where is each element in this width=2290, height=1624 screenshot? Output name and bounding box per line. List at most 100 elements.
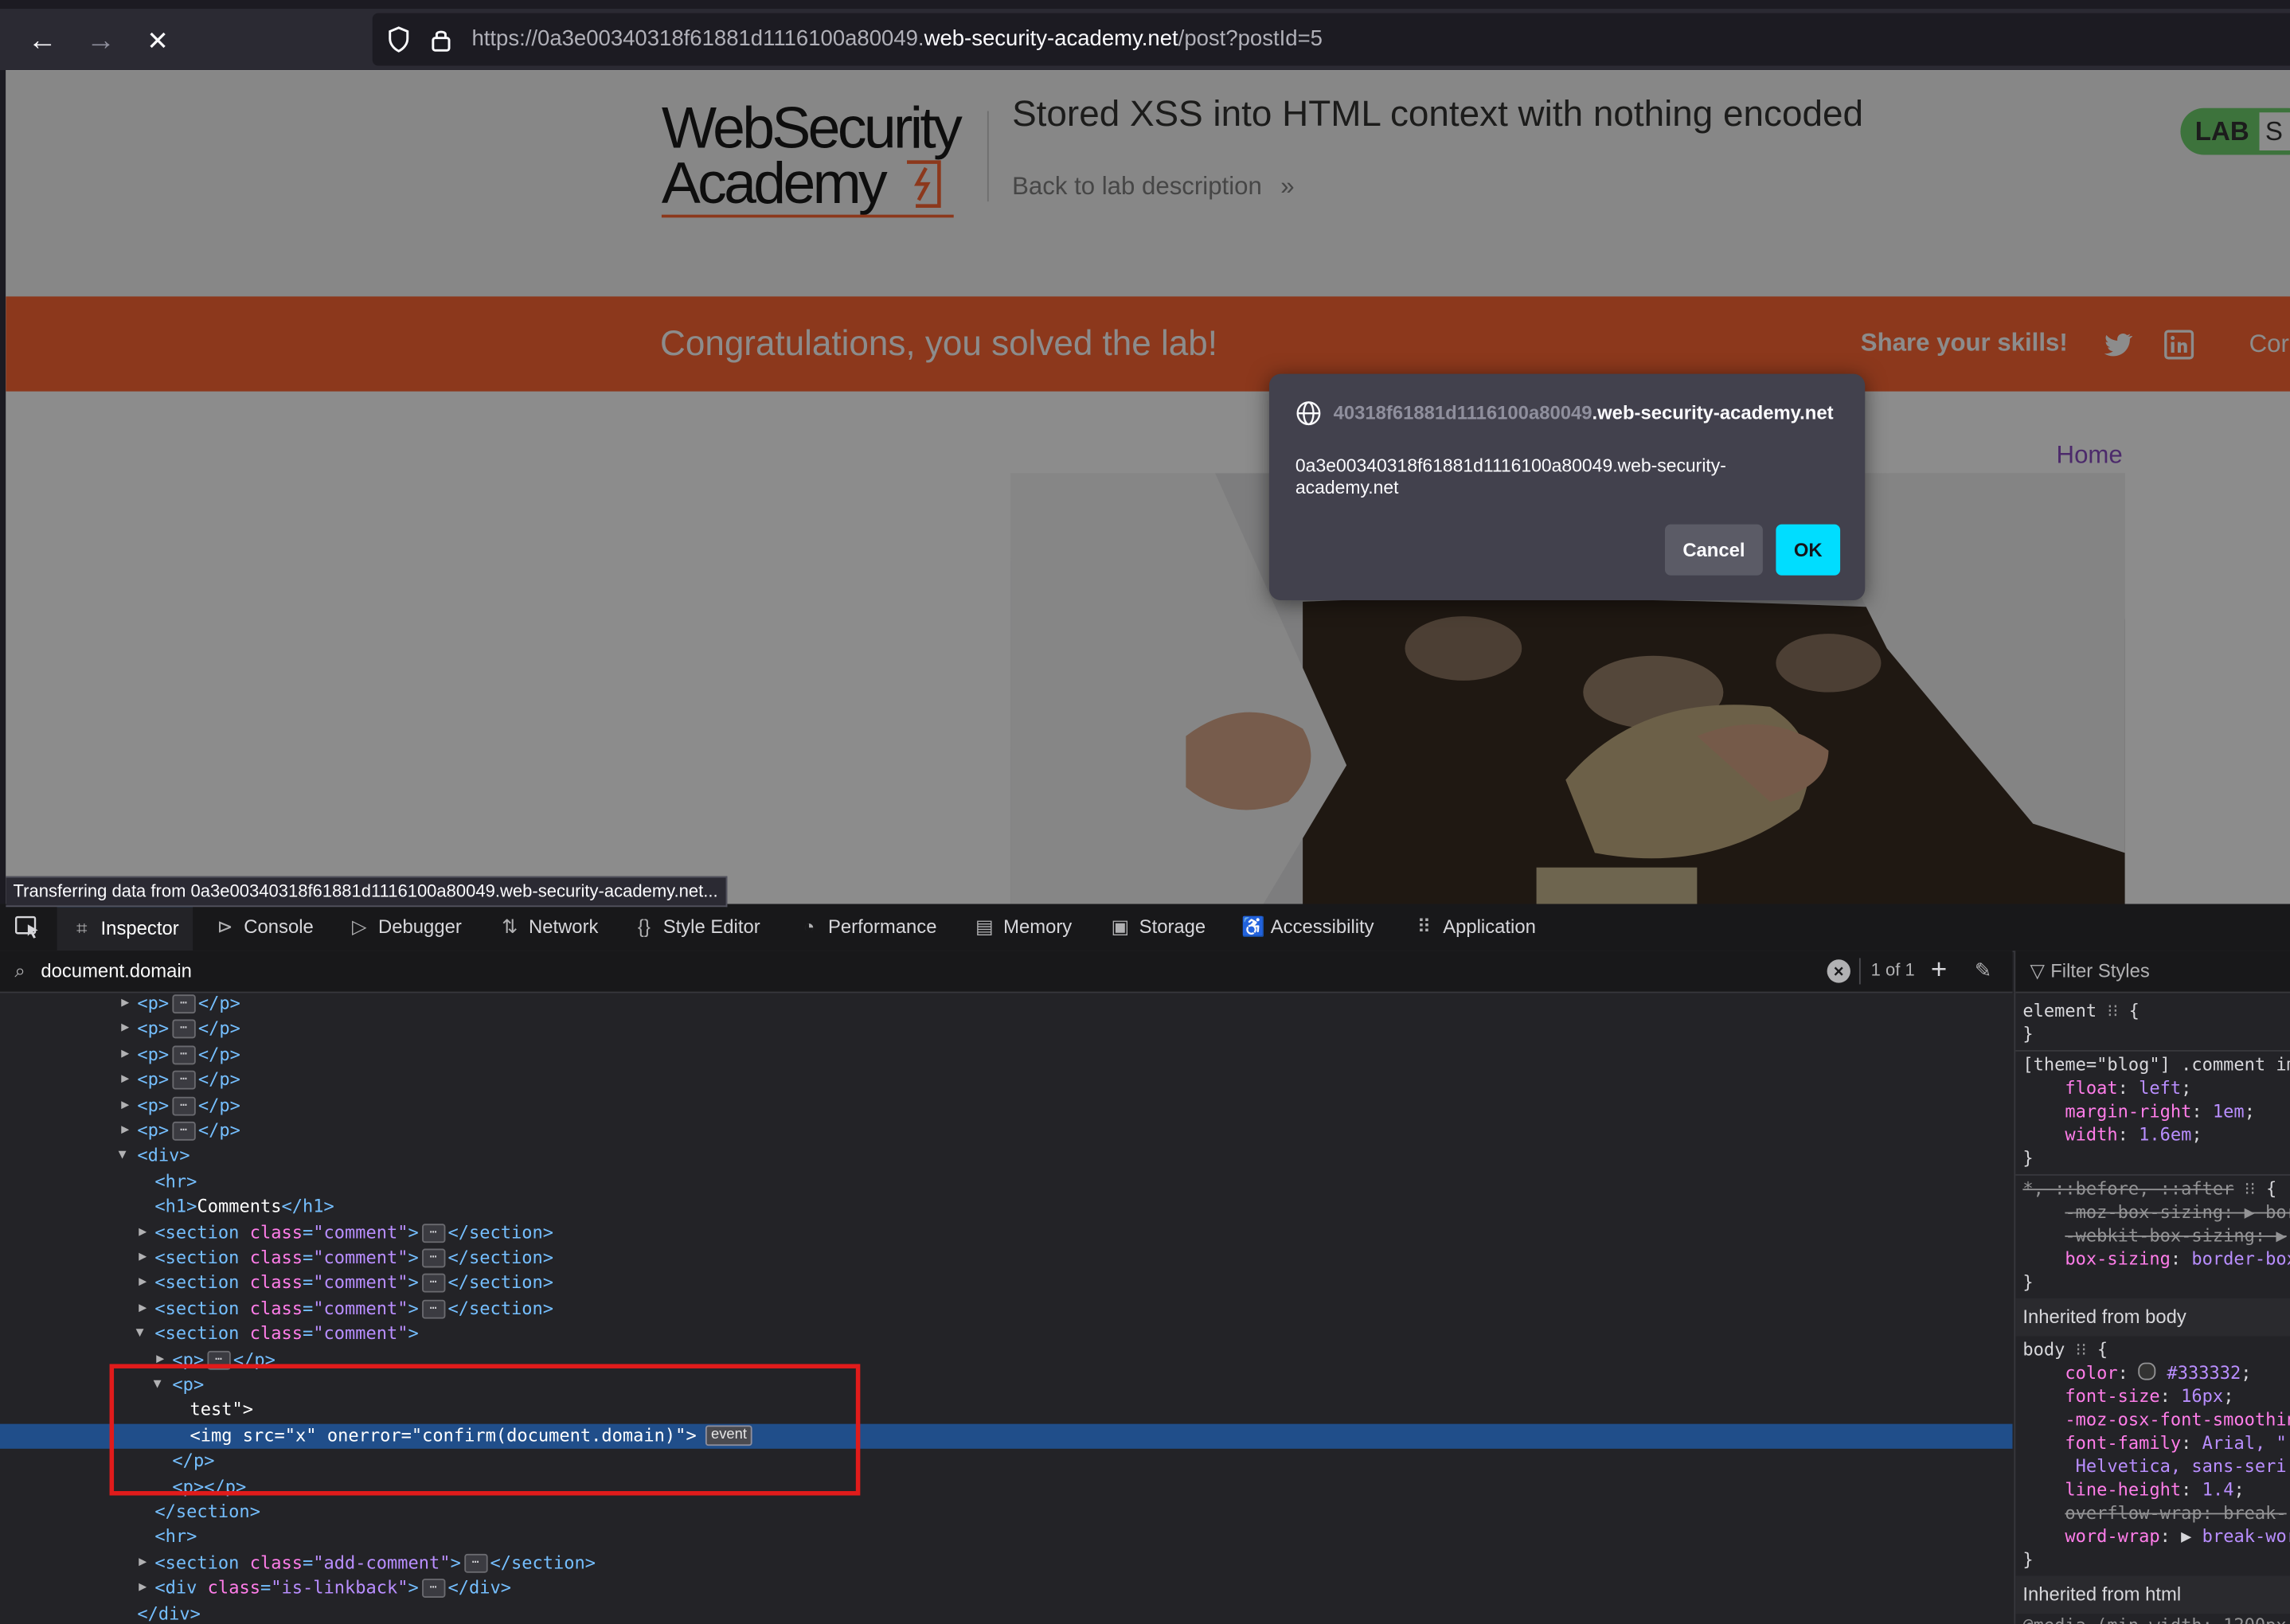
markup-node-div[interactable]: ▼ <div> [0,1144,2013,1169]
rule-universal-selector[interactable]: *, ::before, ::after ⁝⁝ { [2022,1178,2276,1201]
search-result-count: 1 of 1 [1870,959,1915,980]
collapsed-content-icon[interactable]: ⋯ [421,1299,445,1319]
url-bar[interactable]: https://0a3e00340318f61881d1116100a80049… [372,13,2290,66]
collapsed-content-icon[interactable]: ⋯ [171,994,196,1014]
tab-style-editor[interactable]: {} Style Editor [634,904,760,951]
url-prefix: https://0a3e00340318f61881d1116100a80049… [471,26,924,52]
rule-declaration[interactable]: margin-right: 1em; [2022,1101,2255,1124]
rule-declaration[interactable]: float: left; [2022,1078,2191,1101]
add-node-button[interactable]: + [1931,955,1947,987]
confirm-dialog: 40318f61881d1116100a80049.web-security-a… [1268,373,1866,600]
rule-declaration-continued[interactable]: Helvetica, sans-seri [2022,1456,2287,1479]
cancel-button[interactable]: Cancel [1664,524,1763,576]
markup-node-p[interactable]: ▶ <p> ⋯ </p> [0,1118,2013,1144]
forward-button[interactable]: → [79,21,123,61]
performance-icon: ◔ [803,915,815,938]
markup-node-section-comment[interactable]: ▶ <section class="comment"> ⋯ </section> [0,1271,2013,1297]
markup-node-section-comment[interactable]: ▶ <section class="comment"> ⋯ </section> [0,1246,2013,1271]
markup-node-section-comment[interactable]: ▶ <section class="comment"> ⋯ </section> [0,1220,2013,1246]
rule-declaration[interactable]: font-family: Arial, " [2022,1433,2286,1456]
stop-button[interactable]: ✕ [136,21,180,61]
rule-declaration[interactable]: box-sizing: border-box [2022,1248,2290,1271]
collapsed-content-icon[interactable]: ⋯ [421,1579,445,1599]
browser-toolbar: ← → ✕ https://0a3e00340318f61881d1116100… [0,0,2290,71]
rule-media-query[interactable]: @media (min-width: 1200px [2022,1615,2286,1624]
rule-close-brace: } [2022,1023,2034,1044]
tab-accessibility[interactable]: ♿ Accessibility [1241,904,1374,951]
accessibility-icon: ♿ [1241,915,1265,938]
rule-declaration[interactable]: word-wrap: ▶ break-wor [2022,1526,2290,1549]
style-editor-icon: {} [637,915,651,938]
collapsed-content-icon[interactable]: ⋯ [171,1121,196,1141]
url-path: /post?postId=5 [1178,26,1323,52]
tab-debugger[interactable]: ▷ Debugger [349,904,462,951]
inherited-from-html-header: Inherited from html [2015,1575,2290,1614]
rule-declaration-overridden[interactable]: -moz-box-sizing: ▶ bor [2022,1202,2290,1225]
tab-performance[interactable]: ◔ Performance [799,904,937,951]
rule-close-brace: } [2022,1549,2034,1571]
collapsed-content-icon[interactable]: ⋯ [421,1248,445,1268]
collapsed-content-icon[interactable]: ⋯ [463,1553,487,1573]
eyedropper-icon[interactable]: ✎ [1975,958,1992,982]
tab-network[interactable]: ⇅ Network [499,904,598,951]
web-page: WebSecurity Academy Stored XSS into HTML… [6,70,2290,904]
markup-node-section-close[interactable]: </section> [0,1500,2013,1525]
markup-node-div-close[interactable]: </div> [0,1602,2013,1624]
tab-memory[interactable]: ▤ Memory [974,904,1072,951]
status-bar: Transferring data from 0a3e00340318f6188… [6,876,727,908]
rule-element-selector[interactable]: element ⁝⁝ { [2022,1001,2140,1024]
devtools-tab-bar: ⌗ Inspector ⊳ Console ▷ Debugger ⇅ Network {… [0,904,2290,954]
markup-node-p[interactable]: ▶ <p> ⋯ </p> [0,1068,2013,1093]
ok-button[interactable]: OK [1776,524,1841,576]
color-swatch-icon[interactable] [2139,1362,2157,1380]
markup-search-input[interactable]: document.domain [41,959,192,982]
lock-icon[interactable] [427,25,456,54]
markup-node-hr[interactable]: <hr> [0,1169,2013,1195]
rule-close-brace: } [2022,1271,2034,1293]
tab-storage[interactable]: ▣ Storage [1110,904,1206,951]
tab-console[interactable]: ⊳ Console [215,904,313,951]
markup-node-p[interactable]: ▶ <p> ⋯ </p> [0,1093,2013,1118]
debugger-icon: ▷ [352,915,367,938]
collapsed-content-icon[interactable]: ⋯ [171,1071,196,1090]
collapsed-content-icon[interactable]: ⋯ [421,1274,445,1294]
collapsed-content-icon[interactable]: ⋯ [421,1223,445,1243]
collapsed-content-icon[interactable]: ⋯ [171,1020,196,1040]
url-host: web-security-academy.net [924,26,1178,52]
tab-application[interactable]: ⠿ Application [1414,904,1536,951]
markup-node-p[interactable]: ▶ <p> ⋯ </p> [0,1017,2013,1043]
markup-node-section-add-comment[interactable]: ▶ <section class="add-comment"> ⋯ </section… [0,1551,2013,1576]
rule-divider [2015,1173,2290,1176]
markup-tree: ▶ <p> ⋯ </p> ▶ <p> ⋯ </p> ▶ <p> ⋯ </p> ▶ <p> ⋯ </p> … [0,993,2013,1624]
markup-node-hr[interactable]: <hr> [0,1525,2013,1551]
filter-styles-input[interactable]: ▽ Filter Styles [2015,951,2290,994]
rule-declaration[interactable]: color: #333332; [2022,1362,2251,1386]
dialog-origin: 40318f61881d1116100a80049.web-security-a… [1334,401,1834,424]
rule-body-selector[interactable]: body ⁝⁝ { [2022,1339,2108,1362]
collapsed-content-icon[interactable]: ⋯ [171,1045,196,1064]
rule-declaration[interactable]: -moz-osx-font-smoothin [2022,1409,2290,1432]
markup-node-div-linkback[interactable]: ▶ <div class="is-linkback"> ⋯ </div> [0,1576,2013,1602]
memory-icon: ▤ [975,915,994,938]
markup-node-section-comment[interactable]: ▶ <section class="comment"> ⋯ </section> [0,1297,2013,1322]
rule-declaration-overridden[interactable]: overflow-wrap: break- [2022,1503,2286,1526]
markup-node-section-comment-expanded[interactable]: ▼ <section class="comment"> [0,1322,2013,1348]
rule-declaration-overridden[interactable]: -webkit-box-sizing: ▶ [2022,1225,2286,1248]
element-picker-icon[interactable] [14,915,41,939]
search-divider [1858,958,1861,985]
network-icon: ⇅ [502,915,518,938]
rule-theme-blog-selector[interactable]: [theme="blog"] .comment im [2022,1055,2290,1078]
back-button[interactable]: ← [21,21,64,61]
collapsed-content-icon[interactable]: ⋯ [171,1095,196,1115]
tracking-protection-shield-icon[interactable] [384,25,413,54]
markup-node-p[interactable]: ▶ <p> ⋯ </p> [0,1042,2013,1068]
rule-declaration[interactable]: line-height: 1.4; [2022,1479,2244,1502]
modal-overlay [6,70,2290,904]
markup-node-h1[interactable]: <h1>Comments</h1> [0,1195,2013,1220]
markup-node-p[interactable]: ▶ <p> ⋯ </p> [0,993,2013,1017]
tab-inspector[interactable]: ⌗ Inspector [57,904,194,954]
rule-declaration[interactable]: width: 1.6em; [2022,1125,2202,1148]
rule-declaration[interactable]: font-size: 16px; [2022,1386,2233,1409]
url-text[interactable]: https://0a3e00340318f61881d1116100a80049… [471,26,1323,51]
clear-search-icon[interactable]: × [1827,959,1850,983]
